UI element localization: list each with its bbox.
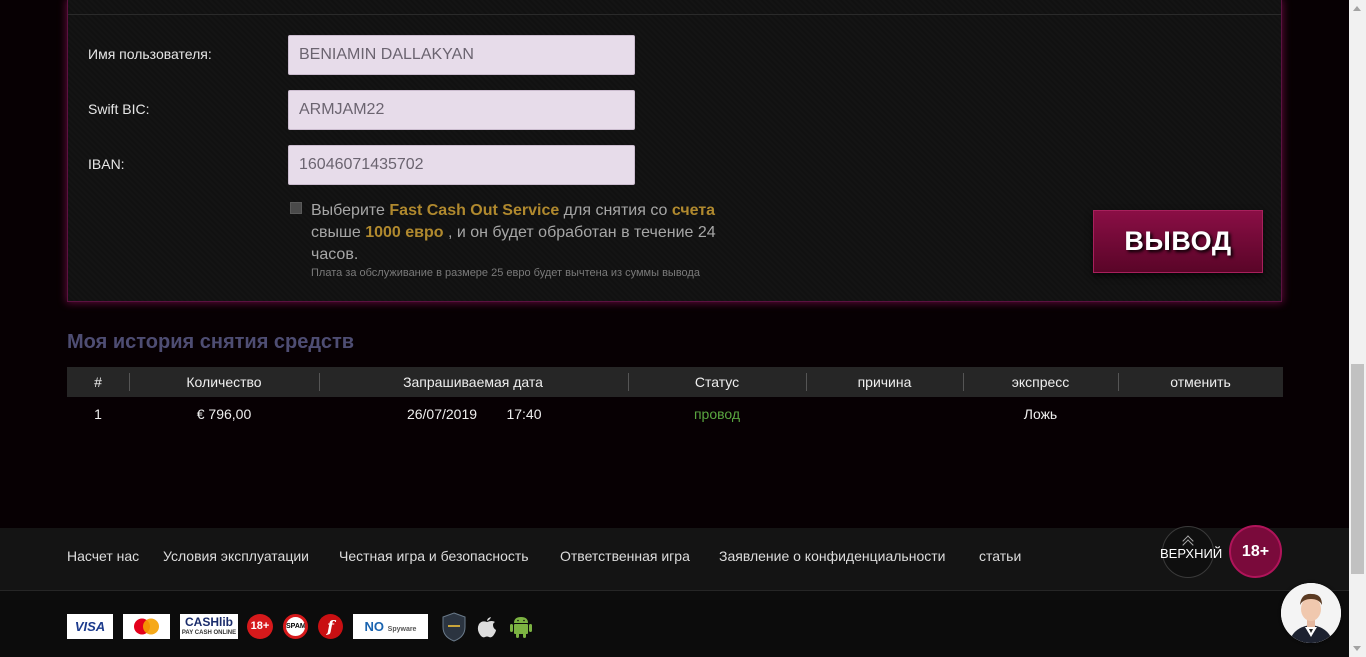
visa-logo: VISA: [67, 614, 113, 639]
footer-link-articles[interactable]: статьи: [979, 548, 1021, 564]
row-date: 26/07/2019: [406, 406, 478, 422]
age-18-logo: 18+: [247, 614, 273, 639]
iban-input[interactable]: [288, 145, 635, 185]
age-restriction-badge[interactable]: 18+: [1229, 525, 1282, 578]
swift-input[interactable]: [288, 90, 635, 130]
swift-label: Swift BIC:: [88, 101, 150, 117]
no-spyware-logo: NO Spyware Adware: [353, 614, 428, 639]
fast-cashout-text: Выберите Fast Cash Out Service для сняти…: [311, 202, 716, 263]
mastercard-icon: [134, 618, 159, 635]
history-title: Моя история снятия средств: [67, 331, 355, 353]
row-amount: € 796,00: [196, 406, 252, 422]
panel-divider: [68, 14, 1281, 15]
flash-logo: f: [318, 614, 343, 639]
scroll-up-arrow-icon[interactable]: [1353, 6, 1361, 11]
scrollbar-thumb[interactable]: [1351, 364, 1364, 574]
col-number: #: [94, 374, 102, 390]
col-amount: Количество: [186, 374, 262, 390]
scroll-top-label[interactable]: ВЕРХНИЙ: [1160, 546, 1222, 561]
no-spam-logo: SPAM: [283, 614, 308, 639]
page-scrollbar[interactable]: [1349, 0, 1366, 657]
col-express: экспресс: [1011, 374, 1070, 390]
security-shield-icon: [442, 612, 466, 642]
withdraw-form-panel: Имя пользователя: Swift BIC: IBAN: Выбер…: [67, 0, 1282, 302]
fast-cashout-fee-note: Плата за обслуживание в размере 25 евро …: [311, 267, 700, 279]
username-input[interactable]: [288, 35, 635, 75]
username-label: Имя пользователя:: [88, 46, 212, 62]
history-table-header: # Количество Запрашиваемая дата Статус п…: [67, 367, 1283, 397]
person-icon: [1281, 583, 1341, 643]
withdraw-button[interactable]: ВЫВОД: [1093, 210, 1263, 273]
footer-nav: Насчет нас Условия эксплуатации Честная …: [0, 528, 1349, 590]
apple-icon: [476, 614, 498, 639]
col-reason: причина: [857, 374, 912, 390]
row-time: 17:40: [506, 406, 542, 422]
footer-link-responsible[interactable]: Ответственная игра: [560, 548, 690, 564]
col-requested-date: Запрашиваемая дата: [403, 374, 543, 390]
scroll-down-arrow-icon[interactable]: [1353, 646, 1361, 651]
fast-cashout-checkbox[interactable]: [290, 202, 302, 214]
footer-link-about[interactable]: Насчет нас: [67, 548, 139, 564]
iban-label: IBAN:: [88, 156, 125, 172]
col-status: Статус: [694, 374, 740, 390]
mastercard-logo: [123, 614, 170, 639]
footer-link-fair-play[interactable]: Честная игра и безопасность: [339, 548, 529, 564]
row-number: 1: [94, 406, 102, 422]
footer-link-terms[interactable]: Условия эксплуатации: [163, 548, 309, 564]
cashlib-logo: CASHlib PAY CASH ONLINE: [180, 614, 238, 639]
android-icon: [509, 614, 533, 639]
row-express: Ложь: [1023, 406, 1058, 422]
row-status: провод: [693, 406, 741, 422]
support-avatar[interactable]: [1281, 583, 1341, 643]
table-row: 1 € 796,00 26/07/2019 17:40 провод Ложь: [67, 400, 1283, 428]
footer-link-privacy[interactable]: Заявление о конфиденциальности: [719, 548, 945, 564]
col-cancel: отменить: [1170, 374, 1231, 390]
